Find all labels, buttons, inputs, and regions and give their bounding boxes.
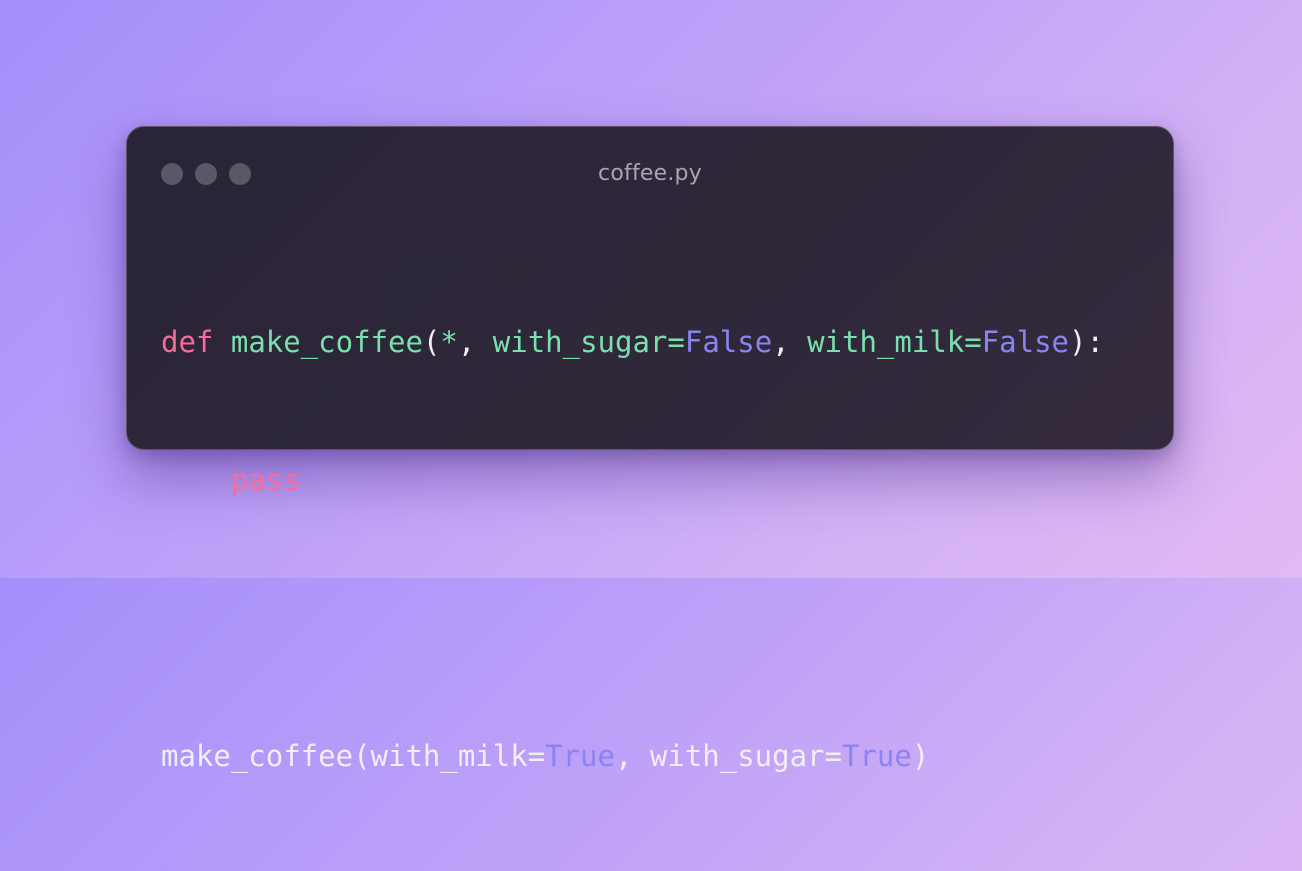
equals: = [964,325,982,359]
open-paren: ( [422,325,441,359]
equals: = [667,325,685,359]
const-false: False [981,325,1070,359]
keyword-def: def [161,325,214,359]
equals: = [824,739,842,773]
equals: = [527,739,546,773]
param-with-milk: with_milk [807,325,965,359]
comma: , [614,739,650,773]
file-name: coffee.py [598,161,702,186]
window-titlebar: coffee.py [127,127,1173,219]
const-true: True [545,739,615,773]
arg-with-sugar: with_sugar [649,739,825,773]
code-window: coffee.py def make_coffee(*, with_sugar=… [126,126,1174,773]
open-paren: ( [353,739,371,773]
function-name: make_coffee [230,325,423,359]
code-block: def make_coffee(*, with_sugar=False, wit… [161,227,1104,871]
code-line-3-blank [161,595,1104,641]
const-false: False [684,325,773,359]
close-paren: ) [911,739,930,773]
const-true: True [841,739,912,773]
param-with-sugar: with_sugar [492,325,668,359]
arg-with-milk: with_milk [370,739,528,773]
keyword-pass: pass [230,463,301,497]
comma: , [772,325,808,359]
code-line-4: make_coffee(with_milk=True, with_sugar=T… [161,733,1104,779]
code-line-1: def make_coffee(*, with_sugar=False, wit… [161,319,1104,365]
close-paren-colon: ): [1069,325,1104,359]
comma: , [457,325,493,359]
star-operator: * [440,325,458,359]
code-line-2: pass [161,457,1104,503]
function-call-name: make_coffee [161,739,354,773]
